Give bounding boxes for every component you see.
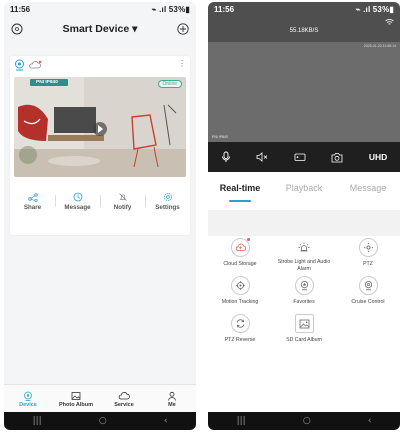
device-selector-title[interactable]: Smart Device ▾ xyxy=(63,23,138,35)
status-bar: 11:56 ⌁ .ıl 53%▮ xyxy=(208,2,400,16)
device-icon xyxy=(23,391,33,401)
room-preview-image xyxy=(14,77,186,177)
feature-favorites-label: Favorites xyxy=(293,299,315,305)
nav-device[interactable]: Device xyxy=(4,385,52,413)
bottom-navigation: Device Photo Album Service Me xyxy=(4,384,196,413)
sd-card-icon xyxy=(294,314,314,333)
notify-button[interactable]: Notify xyxy=(100,186,145,216)
back-button[interactable]: ‹ xyxy=(164,416,168,426)
tab-real-time[interactable]: Real-time xyxy=(208,172,272,210)
person-icon xyxy=(167,391,177,401)
video-timestamp: 2025-01-20 11:56:14 xyxy=(363,44,396,48)
message-label: Message xyxy=(64,203,91,211)
status-indicators: ⌁ .ıl 53%▮ xyxy=(151,4,190,14)
bitrate-readout: 55.18KB/S xyxy=(289,28,319,34)
motion-tracking-icon xyxy=(230,276,250,295)
feature-ptz-reverse-label: PTZ Reverse xyxy=(224,337,256,343)
nav-service-label: Service xyxy=(114,401,134,408)
feature-cruise-control[interactable]: Cruise Control xyxy=(336,276,400,306)
feature-ptz[interactable]: PTZ xyxy=(336,238,400,268)
nav-device-label: Device xyxy=(19,401,37,408)
view-tabs: Real-time Playback Message xyxy=(208,172,400,210)
home-button[interactable]: ○ xyxy=(303,416,311,426)
mute-icon[interactable] xyxy=(256,152,268,162)
nav-photo-album-label: Photo Album xyxy=(58,401,93,408)
video-camera-label: PNI IP840 xyxy=(212,135,228,139)
nav-photo-album[interactable]: Photo Album xyxy=(52,385,100,413)
feature-sd-card-album-label: SD Card Album xyxy=(286,337,322,343)
live-video-feed[interactable] xyxy=(208,42,400,142)
feature-cloud-storage-label: Cloud Storage xyxy=(223,261,257,267)
photo-icon xyxy=(71,391,81,401)
cloud-upload-icon xyxy=(230,238,250,257)
feature-strobe-alarm[interactable]: Strobe Light and Audio Alarm xyxy=(272,238,336,272)
quality-toggle[interactable]: UHD xyxy=(369,152,387,162)
camera-thumbnail[interactable]: PNI IP840 Online xyxy=(14,77,186,177)
recents-button[interactable]: ||| xyxy=(33,416,42,426)
device-model-badge: PNI IP840 xyxy=(30,79,68,86)
device-list-screen: 11:56 ⌁ .ıl 53%▮ Smart Device ▾ ⋮ PNI IP… xyxy=(4,2,196,430)
gear-icon xyxy=(163,192,173,202)
microphone-icon[interactable] xyxy=(221,151,231,163)
status-time: 11:56 xyxy=(214,4,235,14)
device-actions: Share Message Notify Settings xyxy=(10,186,190,216)
recents-button[interactable]: ||| xyxy=(237,416,246,426)
feature-motion-tracking-label: Motion Tracking xyxy=(221,299,259,305)
cloud-status-icon xyxy=(28,60,42,70)
tab-playback[interactable]: Playback xyxy=(272,172,336,210)
feature-strobe-alarm-label: Strobe Light and Audio Alarm xyxy=(277,259,331,272)
live-controls: UHD xyxy=(208,142,400,172)
app-header: Smart Device ▾ xyxy=(4,16,196,42)
feature-sd-card-album[interactable]: SD Card Album xyxy=(272,314,336,344)
record-icon[interactable] xyxy=(294,152,306,162)
alarm-light-icon xyxy=(295,238,313,255)
feature-ptz-reverse[interactable]: PTZ Reverse xyxy=(208,314,272,344)
nav-me[interactable]: Me xyxy=(148,385,196,413)
tab-message[interactable]: Message xyxy=(336,172,400,210)
cloud-icon xyxy=(118,391,130,401)
feature-ptz-label: PTZ xyxy=(363,261,373,267)
scan-icon[interactable] xyxy=(10,22,24,36)
back-button[interactable]: ‹ xyxy=(368,416,372,426)
share-label: Share xyxy=(23,203,42,211)
snapshot-icon[interactable] xyxy=(331,152,343,163)
status-indicators: ⌁ .ıl 53%▮ xyxy=(355,4,394,14)
feature-favorites[interactable]: Favorites xyxy=(272,276,336,306)
feature-motion-tracking[interactable]: Motion Tracking xyxy=(208,276,272,306)
home-button[interactable]: ○ xyxy=(99,416,107,426)
share-icon xyxy=(27,192,38,202)
ptz-reverse-icon xyxy=(230,314,250,333)
favorites-icon xyxy=(294,276,314,295)
settings-button[interactable]: Settings xyxy=(145,186,190,216)
nav-me-label: Me xyxy=(168,401,176,408)
feature-cruise-control-label: Cruise Control xyxy=(351,299,385,305)
camera-icon xyxy=(14,59,25,71)
more-options-icon[interactable]: ⋮ xyxy=(178,59,186,68)
message-icon xyxy=(73,192,83,202)
status-time: 11:56 xyxy=(10,4,31,14)
system-navigation-bar: ||| ○ ‹ xyxy=(208,412,400,430)
live-view-screen: 11:56 ⌁ .ıl 53%▮ 55.18KB/S 2025-01-20 11… xyxy=(208,2,400,430)
system-navigation-bar: ||| ○ ‹ xyxy=(4,412,196,430)
share-button[interactable]: Share xyxy=(10,186,55,216)
feature-cloud-storage[interactable]: Cloud Storage xyxy=(208,238,272,268)
message-button[interactable]: Message xyxy=(55,186,100,216)
settings-label: Settings xyxy=(155,203,180,211)
cruise-icon xyxy=(358,276,378,295)
section-divider xyxy=(208,210,400,236)
device-card-header: ⋮ xyxy=(10,56,190,74)
nav-service[interactable]: Service xyxy=(100,385,148,413)
notify-label: Notify xyxy=(113,203,132,211)
status-bar: 11:56 ⌁ .ıl 53%▮ xyxy=(4,2,196,16)
ptz-icon xyxy=(358,238,378,257)
add-device-icon[interactable] xyxy=(176,22,190,36)
notify-off-icon xyxy=(118,192,128,202)
wifi-icon xyxy=(385,18,394,26)
device-card[interactable]: ⋮ PNI IP840 Online Share Message Notify … xyxy=(10,56,190,235)
online-status-badge: Online xyxy=(157,80,182,88)
